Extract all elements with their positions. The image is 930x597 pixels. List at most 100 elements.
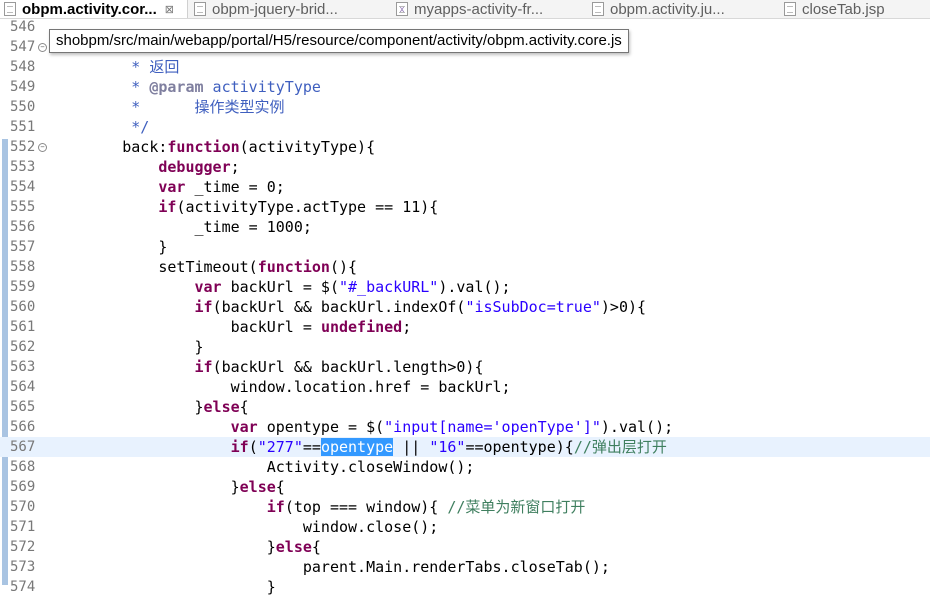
code-line[interactable]: 559 var backUrl = $("#_backURL").val(); [0,277,930,297]
code-line[interactable]: 549 * @param activityType [0,77,930,97]
code-token: { [275,478,285,496]
line-number: 557 [10,239,36,255]
code-text: parent.Main.renderTabs.closeTab(); [50,557,610,577]
code-text: debugger; [50,157,240,177]
code-line[interactable]: 551 */ [0,117,930,137]
line-number: 546 [10,19,36,35]
code-line[interactable]: 564 window.location.href = backUrl; [0,377,930,397]
line-number: 563 [10,359,36,375]
code-token: } [50,478,240,496]
code-token: "16" [429,438,466,456]
code-text: if(activityType.actType == 11){ [50,197,438,217]
xml-file-icon: x [396,2,408,16]
fold-toggle-icon[interactable]: − [38,43,47,52]
line-number: 561 [10,319,36,335]
code-editor[interactable]: 546 , 547−548 * 返回 549 * @param activityTy… [0,18,930,596]
code-token: || [393,438,430,456]
code-line[interactable]: 560 if(backUrl && backUrl.indexOf("isSub… [0,297,930,317]
code-token: == [302,438,321,456]
code-text: var opentype = $("input[name='openType']… [50,417,674,437]
line-number: 553 [10,159,36,175]
code-token: activityType [203,78,321,96]
code-line[interactable]: 555 if(activityType.actType == 11){ [0,197,930,217]
code-token: } [50,578,276,596]
code-text: window.location.href = backUrl; [50,377,511,397]
code-token: "isSubDoc=true" [465,298,601,316]
code-token: parent.Main.renderTabs.closeTab(); [50,558,610,576]
code-line[interactable]: 567 if("277"==opentype || "16"==opentype… [0,437,930,457]
code-text: } [50,577,276,597]
code-token: window.close(); [50,518,439,536]
code-line[interactable]: 561 backUrl = undefined; [0,317,930,337]
line-number: 548 [10,59,36,75]
code-token: { [311,538,321,556]
code-line[interactable]: 554 var _time = 0; [0,177,930,197]
code-token: backUrl = [50,318,321,336]
tab-obpm-jquery-bridge[interactable]: obpm-jquery-brid... [190,0,388,18]
file-path-tooltip: shobpm/src/main/webapp/portal/H5/resourc… [49,29,629,53]
code-line[interactable]: 570 if(top === window){ //菜单为新窗口打开 [0,497,930,517]
line-number: 568 [10,459,36,475]
line-number: 554 [10,179,36,195]
code-token: window.location.href = backUrl; [50,378,511,396]
code-token: ).val(); [438,278,511,296]
code-token: ).val(); [600,418,674,436]
code-line[interactable]: 574 } [0,577,930,597]
code-token: } [50,398,204,416]
code-line[interactable]: 553 debugger; [0,157,930,177]
code-token: if [158,198,177,216]
code-line[interactable]: 569 }else{ [0,477,930,497]
tab-myapps-activity[interactable]: x myapps-activity-fr... [392,0,588,18]
code-line[interactable]: 557 } [0,237,930,257]
code-token: backUrl = $( [221,278,339,296]
code-line[interactable]: 566 var opentype = $("input[name='openTy… [0,417,930,437]
code-token: ; [402,318,412,336]
tab-label: obpm.activity.ju... [610,0,725,18]
code-line[interactable]: 558 setTimeout(function(){ [0,257,930,277]
tab-obpm-activity-ju[interactable]: obpm.activity.ju... [588,0,778,18]
code-line[interactable]: 568 Activity.closeWindow(); [0,457,930,477]
fold-toggle-icon[interactable]: − [38,143,47,152]
js-file-icon [4,2,16,16]
code-token: opentype = $( [257,418,385,436]
code-line[interactable]: 573 parent.Main.renderTabs.closeTab(); [0,557,930,577]
tab-label: myapps-activity-fr... [414,0,544,18]
tab-obpm-activity-core[interactable]: obpm.activity.cor... ⊠ [0,0,188,18]
code-token: else [203,398,240,416]
code-line[interactable]: 562 } [0,337,930,357]
code-text: back:function(activityType){ [50,137,375,157]
code-token: var [194,278,222,296]
code-token: (activityType){ [239,138,376,156]
code-line[interactable]: 552− back:function(activityType){ [0,137,930,157]
code-token: } [50,338,204,356]
code-line[interactable]: 550 * 操作类型实例 [0,97,930,117]
close-tab-icon[interactable]: ⊠ [165,3,174,16]
tab-closetab-jsp[interactable]: closeTab.jsp [780,0,930,18]
code-token: setTimeout( [50,258,258,276]
code-token: var [230,418,258,436]
code-line[interactable]: 563 if(backUrl && backUrl.length>0){ [0,357,930,377]
code-token: "#_backURL" [339,278,439,296]
code-token: * 返回 [50,58,180,76]
code-token: if [266,498,285,516]
code-token: ; [230,158,240,176]
selected-token: opentype [320,438,394,456]
code-line[interactable]: 572 }else{ [0,537,930,557]
code-line[interactable]: 565 }else{ [0,397,930,417]
line-number: 559 [10,279,36,295]
code-token: var [158,178,186,196]
line-number: 574 [10,579,36,595]
code-line[interactable]: 571 window.close(); [0,517,930,537]
code-line[interactable]: 548 * 返回 [0,57,930,77]
code-token: (){ [329,258,358,276]
line-number: 560 [10,299,36,315]
line-number: 566 [10,419,36,435]
line-number: 551 [10,119,36,135]
code-line[interactable]: 556 _time = 1000; [0,217,930,237]
